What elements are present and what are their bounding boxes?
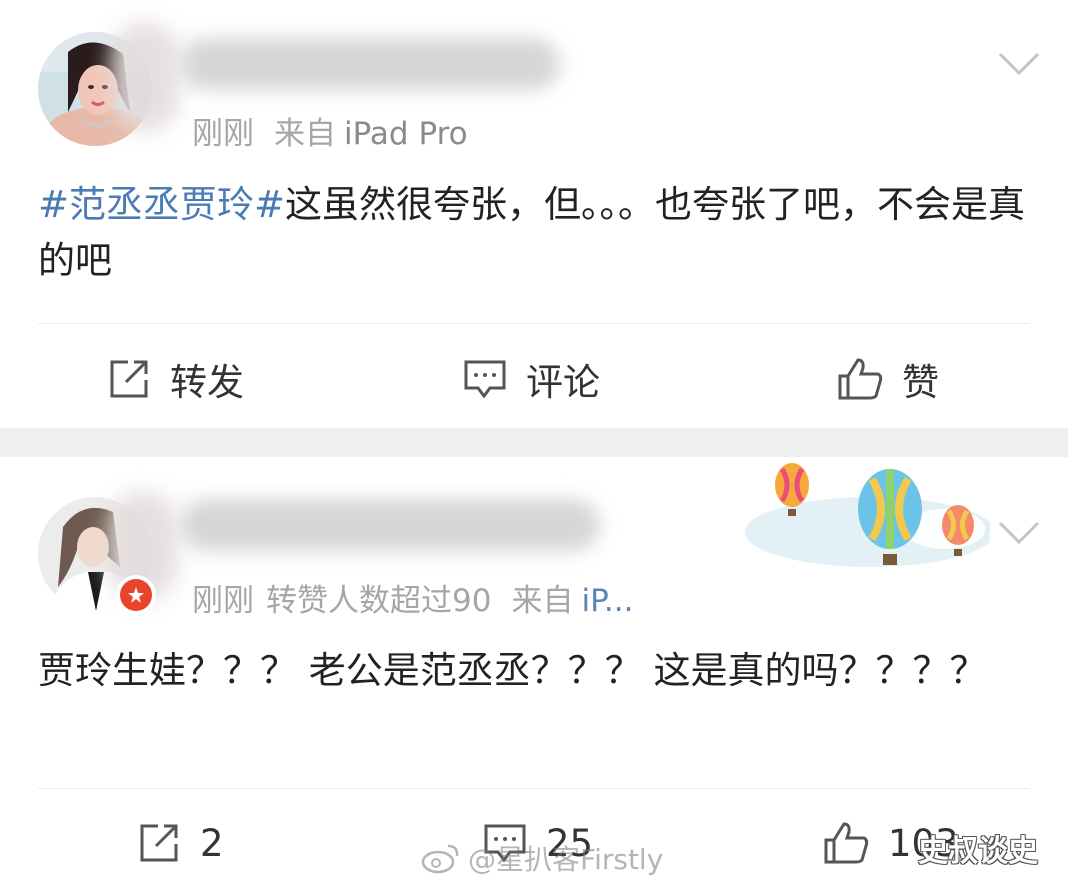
repost-button[interactable]: 转发 xyxy=(106,352,244,406)
weibo-watermark: @星扒客Firstly xyxy=(420,838,663,878)
avatar-blur-mask xyxy=(110,22,180,132)
post-time: 刚刚 xyxy=(192,116,254,152)
post-meta: 刚刚 转赞人数超过90 来自 iP... xyxy=(192,575,654,620)
like-button[interactable]: 赞 xyxy=(836,352,939,406)
chevron-down-icon[interactable] xyxy=(996,517,1042,547)
post-body: 贾玲生娃？？？ 老公是范丞丞？？？ 这是真的吗？？？？ xyxy=(38,649,987,692)
post-meta: 刚刚 来自 iPad Pro xyxy=(192,108,488,153)
repost-count: 2 xyxy=(200,821,224,865)
post-text: 贾玲生娃？？？ 老公是范丞丞？？？ 这是真的吗？？？？ xyxy=(38,643,1028,699)
weibo-post-1: 刚刚 来自 iPad Pro #范丞丞贾玲#这虽然很夸张，但。。。也夸张了吧，不会是… xyxy=(0,0,1068,428)
divider xyxy=(38,323,1030,324)
source-device: iP... xyxy=(581,583,634,619)
corner-watermark: 史叔谈史 xyxy=(918,834,1038,869)
source-device: iPad Pro xyxy=(344,116,468,152)
source-prefix: 来自 xyxy=(274,116,336,152)
comment-button[interactable]: 评论 xyxy=(462,352,600,406)
comment-label: 评论 xyxy=(526,361,600,404)
repost-label: 转发 xyxy=(170,361,244,404)
weibo-watermark-text: @星扒客Firstly xyxy=(468,843,664,876)
hot-air-balloon-icon xyxy=(745,463,990,567)
source-prefix: 来自 xyxy=(511,583,574,619)
like-icon xyxy=(824,822,869,864)
chevron-down-icon[interactable] xyxy=(996,48,1042,78)
repost-icon xyxy=(140,824,178,862)
username-redacted[interactable] xyxy=(180,38,560,90)
post-text: #范丞丞贾玲#这虽然很夸张，但。。。也夸张了吧，不会是真的吧 xyxy=(38,177,1028,289)
repost-icon xyxy=(110,360,148,398)
repost-stats: 转赞人数超过90 xyxy=(266,583,492,619)
like-icon xyxy=(838,358,883,400)
comment-icon xyxy=(464,360,506,399)
repost-button[interactable]: 2 xyxy=(136,820,224,866)
username-redacted[interactable] xyxy=(180,499,600,551)
topic-link[interactable]: #范丞丞贾玲# xyxy=(38,183,285,226)
verified-badge-icon xyxy=(116,575,156,615)
like-label: 赞 xyxy=(902,361,939,404)
post-time: 刚刚 xyxy=(192,583,254,619)
post-separator xyxy=(0,428,1068,457)
weibo-post-2: 刚刚 转赞人数超过90 来自 iP... 贾玲生娃？？？ 老公是范丞丞？？？ 这是真的… xyxy=(0,457,1068,883)
divider xyxy=(38,788,1030,789)
weibo-logo-icon xyxy=(421,844,459,874)
